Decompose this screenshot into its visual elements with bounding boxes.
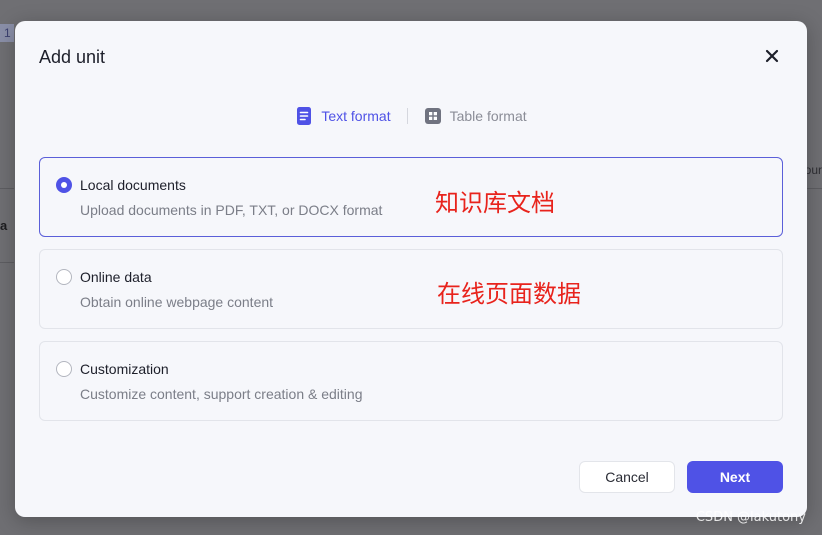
cancel-button[interactable]: Cancel: [579, 461, 675, 493]
radio-button[interactable]: [56, 269, 72, 285]
option-description: Obtain online webpage content: [80, 294, 274, 310]
dialog-title: Add unit: [39, 47, 106, 67]
radio-button[interactable]: [56, 177, 72, 193]
background-divider: [0, 262, 14, 263]
add-unit-dialog: Add unit Text format Table format Local …: [15, 21, 807, 517]
option-online-data[interactable]: Online data Obtain online webpage conten…: [39, 249, 783, 329]
handwritten-annotation: 在线页面数据: [437, 280, 581, 308]
watermark: CSDN @lakutony: [695, 510, 806, 525]
option-description: Upload documents in PDF, TXT, or DOCX fo…: [80, 202, 383, 218]
option-title: Customization: [80, 361, 169, 377]
background-divider: [0, 188, 14, 189]
document-icon: [297, 107, 312, 125]
option-title: Local documents: [80, 177, 186, 193]
option-customization[interactable]: Customization Customize content, support…: [39, 341, 783, 421]
tab-label: Text format: [321, 108, 391, 124]
close-icon[interactable]: [763, 47, 781, 65]
tab-label: Table format: [449, 108, 527, 124]
handwritten-annotation: 知识库文档: [435, 189, 555, 217]
background-row-number: 1: [0, 24, 14, 42]
tab-divider: [406, 108, 408, 124]
tab-table-format[interactable]: Table format: [424, 107, 527, 125]
option-local-documents[interactable]: Local documents Upload documents in PDF,…: [39, 157, 783, 237]
background-text-fragment: our: [804, 163, 822, 177]
option-description: Customize content, support creation & ed…: [80, 386, 363, 402]
background-text-fragment: a: [0, 218, 8, 233]
background-divider: [806, 188, 822, 189]
radio-button[interactable]: [56, 361, 72, 377]
option-title: Online data: [80, 269, 152, 285]
tab-text-format[interactable]: Text format: [295, 107, 391, 125]
next-button[interactable]: Next: [687, 461, 783, 493]
table-icon: [424, 108, 441, 124]
format-tabs: Text format Table format: [15, 107, 807, 125]
